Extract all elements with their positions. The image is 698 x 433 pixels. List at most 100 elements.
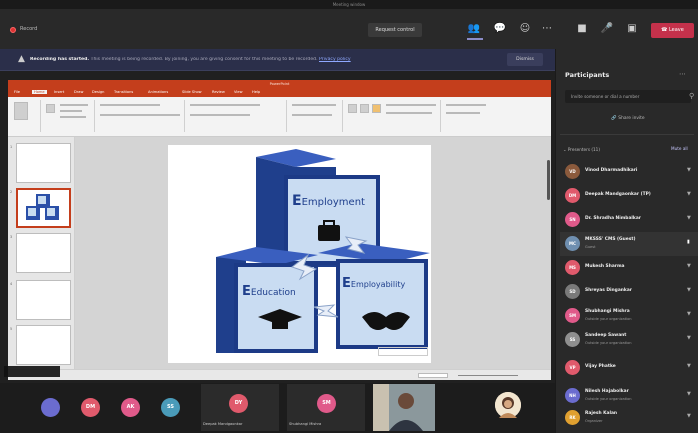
new-slide-icon[interactable] (46, 104, 55, 113)
thumb-number: 4 (10, 282, 13, 286)
participant-avatar: DM (565, 188, 580, 203)
invite-input[interactable]: Invite someone or dial a number (565, 90, 691, 103)
ribbon-tab[interactable]: Review (212, 90, 225, 94)
participant-row[interactable] (560, 256, 698, 280)
ribbon-tab[interactable]: Home (32, 90, 47, 94)
participant-name: Vinod Dharmadhikari (585, 168, 638, 173)
slide-thumbnail[interactable] (16, 325, 71, 365)
editing-controls[interactable] (446, 104, 486, 106)
ribbon-divider (342, 100, 343, 132)
font-name-box[interactable] (100, 104, 160, 106)
ribbon-control[interactable] (60, 110, 82, 112)
share-icon[interactable]: ▣ (625, 22, 639, 36)
mic-icon[interactable]: 🎤 (600, 22, 614, 36)
participant-video[interactable] (373, 384, 435, 431)
slide-thumbnail[interactable] (16, 280, 71, 320)
paste-icon[interactable] (14, 102, 28, 120)
participant-row[interactable] (560, 328, 698, 352)
request-control-button[interactable]: Request control (368, 23, 422, 37)
participant-name: MKSSS' CMS (Guest) (585, 237, 636, 242)
ribbon-tab[interactable]: Animations (148, 90, 168, 94)
slide-thumbnail[interactable] (16, 233, 71, 273)
dismiss-button[interactable]: Dismiss (507, 53, 543, 66)
ribbon-control[interactable] (60, 104, 88, 106)
ribbon-tab[interactable]: View (234, 90, 243, 94)
banner-bold: Recording has started. (30, 57, 90, 62)
more-icon[interactable]: ⋯ (540, 22, 554, 36)
participant-avatar: NH (565, 388, 580, 403)
participant-avatar: VP (565, 360, 580, 375)
participant-avatar[interactable]: SS (161, 398, 180, 417)
ribbon-tab[interactable]: Design (92, 90, 104, 94)
participant-name: Shreyas Dingankar (585, 288, 632, 293)
slide-thumbnail[interactable] (16, 143, 71, 183)
participant-avatar-photo[interactable] (495, 392, 521, 418)
participant-avatar[interactable] (41, 398, 60, 417)
zoom-slider[interactable] (458, 375, 518, 376)
shape-fill-control[interactable] (386, 104, 436, 106)
ribbon-tab[interactable]: File (14, 90, 20, 94)
ribbon-control[interactable] (60, 116, 86, 118)
mic-icon: ▼ (687, 167, 691, 173)
participant-row[interactable] (560, 304, 698, 328)
ribbon-tab[interactable]: Insert (54, 90, 64, 94)
camera-icon[interactable]: ■ (575, 22, 589, 36)
ribbon-tab[interactable]: Draw (74, 90, 83, 94)
reactions-icon[interactable]: ☺ (518, 22, 532, 36)
participant-avatar[interactable]: DM (81, 398, 100, 417)
powerpoint-title: PowerPoint (8, 80, 551, 88)
privacy-policy-link[interactable]: Privacy policy (319, 57, 351, 62)
thumbnail-cubes (26, 194, 59, 220)
search-icon[interactable]: ⚲ (689, 92, 694, 100)
share-invite-button[interactable]: 🔗 Share invite (598, 113, 658, 125)
ribbon-tab[interactable]: Transitions (114, 90, 133, 94)
presenters-section-header[interactable]: ⌄ Presenters (11) (563, 147, 600, 152)
text-direction-controls[interactable] (292, 104, 336, 106)
presenter-name-tag (4, 366, 60, 377)
arrange-icon[interactable] (360, 104, 369, 113)
banner-text: Recording has started. This meeting is b… (30, 57, 470, 62)
participant-name: Sandeep Sawant (585, 333, 627, 338)
participant-avatar: SN (565, 212, 580, 227)
convert-smartart-control[interactable] (292, 114, 332, 116)
ribbon (8, 97, 551, 137)
window-title-bar: Meeting window (0, 0, 698, 9)
leave-button[interactable]: ☎ Leave (651, 23, 694, 38)
participant-avatar[interactable]: AK (121, 398, 140, 417)
thumb-number: 1 (10, 145, 13, 149)
participant-name: Mukesh Sharma (585, 264, 625, 269)
paragraph-controls[interactable] (190, 114, 250, 116)
slide-footer-box[interactable] (378, 347, 428, 356)
mic-icon: ▼ (687, 263, 691, 269)
participant-name: Shubhangi Mishra (585, 309, 630, 314)
participant-name: Deepak Mandgaonkar (TP) (585, 192, 651, 197)
participant-row[interactable] (560, 382, 698, 406)
slide-thumbnail-selected[interactable] (16, 188, 71, 228)
mute-all-button[interactable]: Mute all (671, 146, 688, 151)
chat-icon[interactable]: 💬 (493, 22, 507, 36)
font-format-controls[interactable] (100, 114, 180, 116)
ribbon-tab[interactable]: Slide Show (182, 90, 202, 94)
ribbon-divider (286, 100, 287, 132)
shape-outline-control[interactable] (386, 112, 432, 114)
participant-row[interactable] (560, 352, 698, 376)
ribbon-tabs: File Home Insert Draw Design Transitions… (8, 88, 551, 97)
cube-front-panel (238, 267, 314, 349)
more-options-icon[interactable]: ⋯ (679, 70, 686, 78)
slide[interactable]: EEmployment EEducation EEmployability (168, 145, 431, 363)
participants-title: Participants (565, 71, 610, 79)
view-buttons[interactable] (418, 373, 448, 378)
ribbon-divider (440, 100, 441, 132)
participant-row[interactable] (560, 232, 698, 256)
quick-styles-icon[interactable] (372, 104, 381, 113)
editing-controls[interactable] (446, 112, 480, 114)
active-indicator (467, 38, 483, 40)
vertical-scrollbar[interactable] (547, 160, 550, 200)
shapes-icon[interactable] (348, 104, 357, 113)
thumb-number: 5 (10, 327, 13, 331)
paragraph-controls[interactable] (190, 104, 260, 106)
ribbon-tab[interactable]: Help (252, 90, 260, 94)
participant-row[interactable] (560, 406, 698, 430)
people-icon[interactable]: 👥 (467, 22, 481, 36)
record-label: Record (20, 26, 38, 32)
